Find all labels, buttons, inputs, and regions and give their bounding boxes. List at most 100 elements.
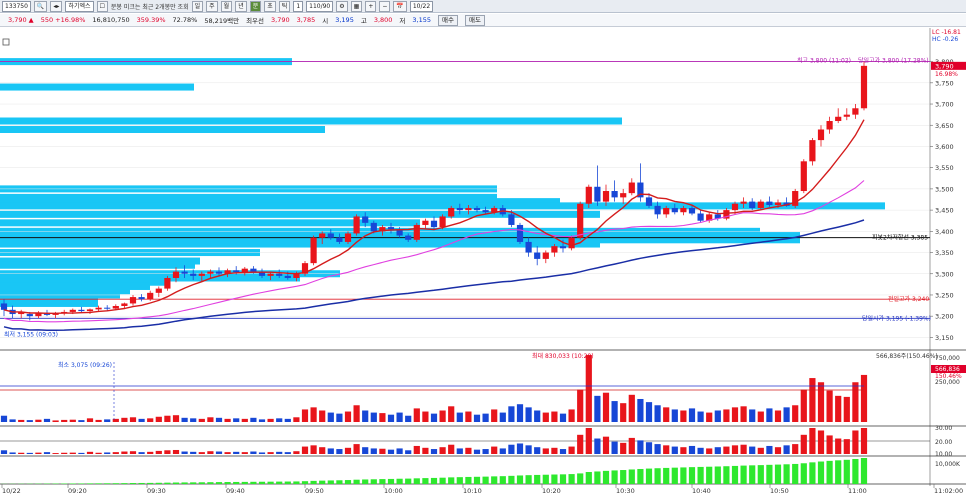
cum-volume-bar <box>585 472 592 484</box>
candle <box>473 207 481 211</box>
cum-volume-bar <box>817 461 825 484</box>
price-tick-label: 3,300 <box>935 270 954 278</box>
cum-volume-bar <box>542 474 549 484</box>
volume-bar <box>645 402 653 422</box>
volume-bar <box>568 409 575 422</box>
profile-bar <box>0 240 600 248</box>
cum-volume-bar <box>370 479 377 484</box>
period-month-button[interactable]: 월 <box>220 0 233 12</box>
cum-volume-bar <box>516 475 524 484</box>
stock-name-field: 하기엑스 <box>65 0 94 12</box>
indicator-bar <box>26 452 33 454</box>
candle <box>284 275 291 278</box>
price-chart[interactable]: 3,8003,7503,7003,6503,6003,5503,5003,450… <box>0 28 966 496</box>
cum-volume-bar <box>215 482 223 484</box>
period-week-button[interactable]: 주 <box>206 0 218 12</box>
calendar-icon[interactable]: 📅 <box>393 0 407 12</box>
candle <box>86 309 94 312</box>
candle <box>344 233 352 242</box>
volume-bar <box>491 409 498 422</box>
cum-volume-bar <box>387 478 395 484</box>
cum-volume-bar <box>181 482 188 484</box>
cum-volume-bar <box>792 463 799 484</box>
volume-bar <box>181 417 188 422</box>
candle <box>319 233 326 238</box>
candle <box>508 214 515 225</box>
count-field[interactable]: 110/90 <box>306 0 334 12</box>
period-minute-button[interactable]: 분 <box>249 0 262 12</box>
option-checkbox[interactable]: ☐ <box>96 0 108 12</box>
candle <box>602 191 610 202</box>
volume-bar <box>663 407 670 422</box>
volume-bar <box>482 413 489 422</box>
indicator-bar <box>688 445 696 454</box>
zoom-in-icon[interactable]: + <box>365 0 377 12</box>
indicator-bar <box>336 449 343 454</box>
interval-select[interactable]: 1 <box>293 0 304 12</box>
indicator-bar <box>697 447 704 454</box>
period-second-button[interactable]: 초 <box>264 0 276 12</box>
zoom-out-icon[interactable]: − <box>379 0 391 12</box>
volume-bar <box>112 418 119 422</box>
indicator-bar <box>138 452 145 454</box>
low-label: 저 <box>399 17 406 25</box>
cum-volume-bar <box>611 470 618 484</box>
indicator-bar <box>267 452 274 454</box>
sell-button[interactable]: 매도 <box>464 14 485 26</box>
vol-max-label: 최대 830,033 (10:29) <box>532 352 594 360</box>
indicator-bar <box>52 453 59 454</box>
stock-code-input[interactable]: 133750 <box>2 0 31 12</box>
cum-volume-bar <box>680 467 687 484</box>
indicator-bar <box>835 438 842 454</box>
cum-volume-bar <box>207 482 214 484</box>
cum-volume-bar <box>491 476 498 484</box>
date-field[interactable]: 10/22 <box>409 0 434 12</box>
cum-volume-bar <box>310 480 317 484</box>
buy-button[interactable]: 매수 <box>438 14 458 26</box>
indicator-bar <box>396 448 403 454</box>
current-price-tag: 3,790 <box>935 62 954 70</box>
candle <box>241 268 248 273</box>
settings-icon[interactable]: ⚙ <box>336 0 348 12</box>
cum-volume-bar <box>362 479 369 484</box>
indicator-bar <box>207 451 214 454</box>
volume-bar <box>731 407 739 422</box>
candle <box>551 246 558 253</box>
volume-bar <box>422 411 429 422</box>
volume-bar <box>843 396 850 422</box>
volume-bar <box>611 401 618 422</box>
vol-tick-label: 250,000 <box>935 379 960 386</box>
period-tick-button[interactable]: 틱 <box>278 0 291 12</box>
grid-icon[interactable]: ▦ <box>350 0 363 12</box>
volume-bar <box>293 417 300 422</box>
candle <box>190 273 197 276</box>
candle <box>78 309 85 312</box>
profile-bar <box>0 83 194 91</box>
time-label: 10:20 <box>542 487 561 495</box>
cum-volume-bar <box>284 481 291 484</box>
indicator-bar <box>800 434 807 454</box>
period-day-button[interactable]: 일 <box>191 0 204 12</box>
period-year-button[interactable]: 년 <box>235 0 247 12</box>
prev-next-icon[interactable]: ◂▸ <box>50 0 63 12</box>
candle <box>129 297 137 304</box>
indicator-bar <box>465 447 472 454</box>
search-icon[interactable]: 🔍 <box>33 0 48 12</box>
cum-volume-bar <box>688 467 696 484</box>
volume-bar <box>809 378 816 422</box>
candle <box>585 186 592 204</box>
cum-volume-bar <box>190 482 197 484</box>
indicator-bar <box>439 447 446 454</box>
time-label: 10:00 <box>384 487 403 495</box>
volume-bar <box>190 418 197 422</box>
cum-volume-bar <box>78 483 85 484</box>
candle <box>430 220 438 228</box>
volume-bar <box>860 374 868 422</box>
candle <box>843 114 850 117</box>
cum-volume-bar <box>482 476 489 484</box>
indicator-bar <box>491 446 498 454</box>
volume-bar <box>164 415 171 422</box>
volume-bar <box>319 410 326 422</box>
cum-volume-bar <box>413 478 420 484</box>
indicator-bar <box>860 428 868 454</box>
